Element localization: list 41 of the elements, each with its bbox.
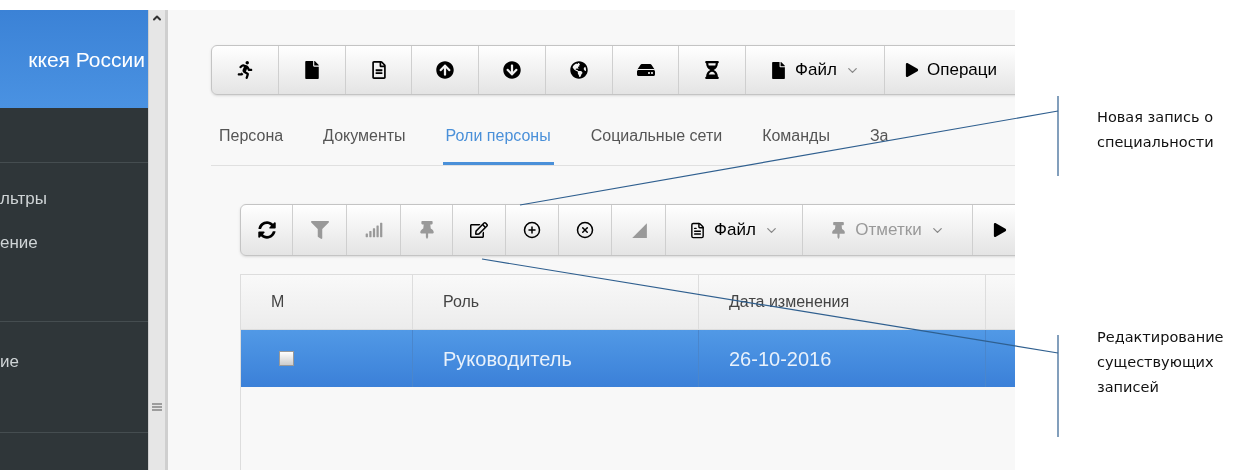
globe-icon (570, 61, 588, 79)
tab[interactable]: Персона (216, 124, 287, 165)
dropdown-button[interactable]: Файл (666, 205, 803, 255)
edit-icon (470, 221, 488, 239)
file-icon (303, 61, 321, 79)
dropdown-button[interactable]: Файл (746, 46, 885, 94)
running-figure-icon (236, 61, 254, 79)
sidebar-item[interactable]: льтры (0, 185, 148, 213)
refresh-icon (257, 221, 276, 239)
tab[interactable]: Документы (320, 124, 409, 165)
column-header[interactable]: Роль (413, 275, 699, 329)
add-icon (523, 221, 541, 239)
annotation-text: Редактирование существующих записей (1097, 328, 1225, 397)
app-title: ккея России (28, 47, 145, 73)
row-checkbox[interactable] (279, 351, 294, 366)
document-icon (369, 61, 388, 79)
drive-icon (636, 61, 655, 79)
file-icon (689, 221, 707, 239)
tab[interactable]: За (866, 124, 892, 165)
sidebar-item[interactable]: ение (0, 229, 148, 257)
play-icon (993, 223, 1007, 237)
filter-icon (310, 221, 329, 239)
grip-icon[interactable] (152, 402, 162, 412)
upload-icon (436, 61, 454, 79)
pin-icon (830, 221, 848, 239)
scrollbar[interactable] (148, 10, 168, 470)
tab[interactable]: Социальные сети (587, 124, 726, 165)
column-header[interactable]: М (241, 275, 413, 329)
signal-bars-icon (364, 221, 383, 239)
download-icon (503, 61, 521, 79)
sidebar-item[interactable]: ие (0, 352, 19, 371)
file-icon (770, 61, 788, 79)
play-icon (905, 63, 919, 77)
table-cell: 26-10-2016 (699, 330, 986, 387)
hourglass-icon (703, 61, 721, 79)
pin-icon (417, 221, 436, 239)
operations-button[interactable]: Операци (885, 46, 1015, 94)
annotation-text: Новая запись о специальности (1097, 108, 1215, 152)
remove-icon (576, 221, 594, 239)
table-cell: Руководитель (413, 330, 699, 387)
tab[interactable]: Команды (759, 124, 833, 165)
